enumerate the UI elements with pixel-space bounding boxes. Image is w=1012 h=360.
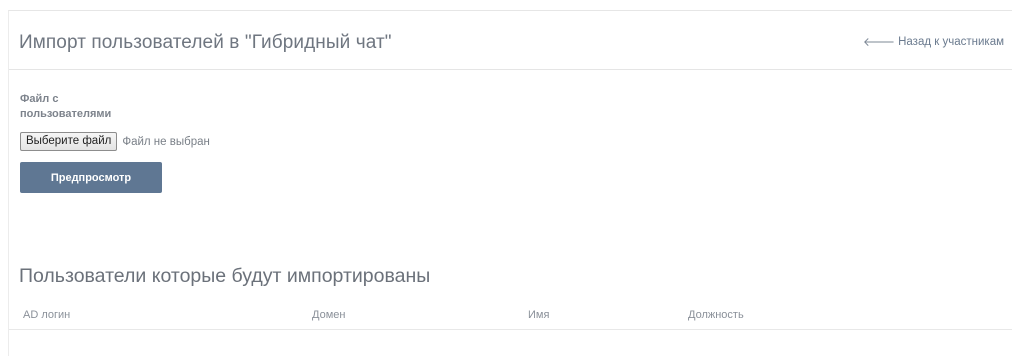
page-title: Импорт пользователей в "Гибридный чат" — [19, 32, 392, 53]
users-table-header: AD логин Домен Имя Должность — [9, 301, 1012, 330]
preview-button[interactable]: Предпросмотр — [20, 162, 162, 193]
arrow-left-icon: 🡐 — [862, 35, 896, 49]
file-field-label: Файл с пользователями — [20, 93, 112, 120]
back-link-label: Назад к участникам — [898, 36, 1004, 48]
file-status-text: Файл не выбран — [122, 135, 210, 148]
import-panel: Импорт пользователей в "Гибридный чат" 🡐… — [8, 10, 1012, 356]
back-to-participants-link[interactable]: 🡐 Назад к участникам — [863, 36, 1004, 48]
column-header-domain: Домен — [312, 309, 346, 321]
choose-file-button[interactable]: Выберите файл — [20, 132, 118, 151]
file-input: Выберите файл Файл не выбран — [20, 132, 210, 151]
users-section-title: Пользователи которые будут импортированы — [19, 265, 431, 287]
column-header-position: Должность — [688, 309, 744, 321]
column-header-name: Имя — [528, 309, 550, 321]
page-header: Импорт пользователей в "Гибридный чат" 🡐… — [9, 11, 1012, 70]
column-header-ad-login: AD логин — [23, 309, 71, 321]
